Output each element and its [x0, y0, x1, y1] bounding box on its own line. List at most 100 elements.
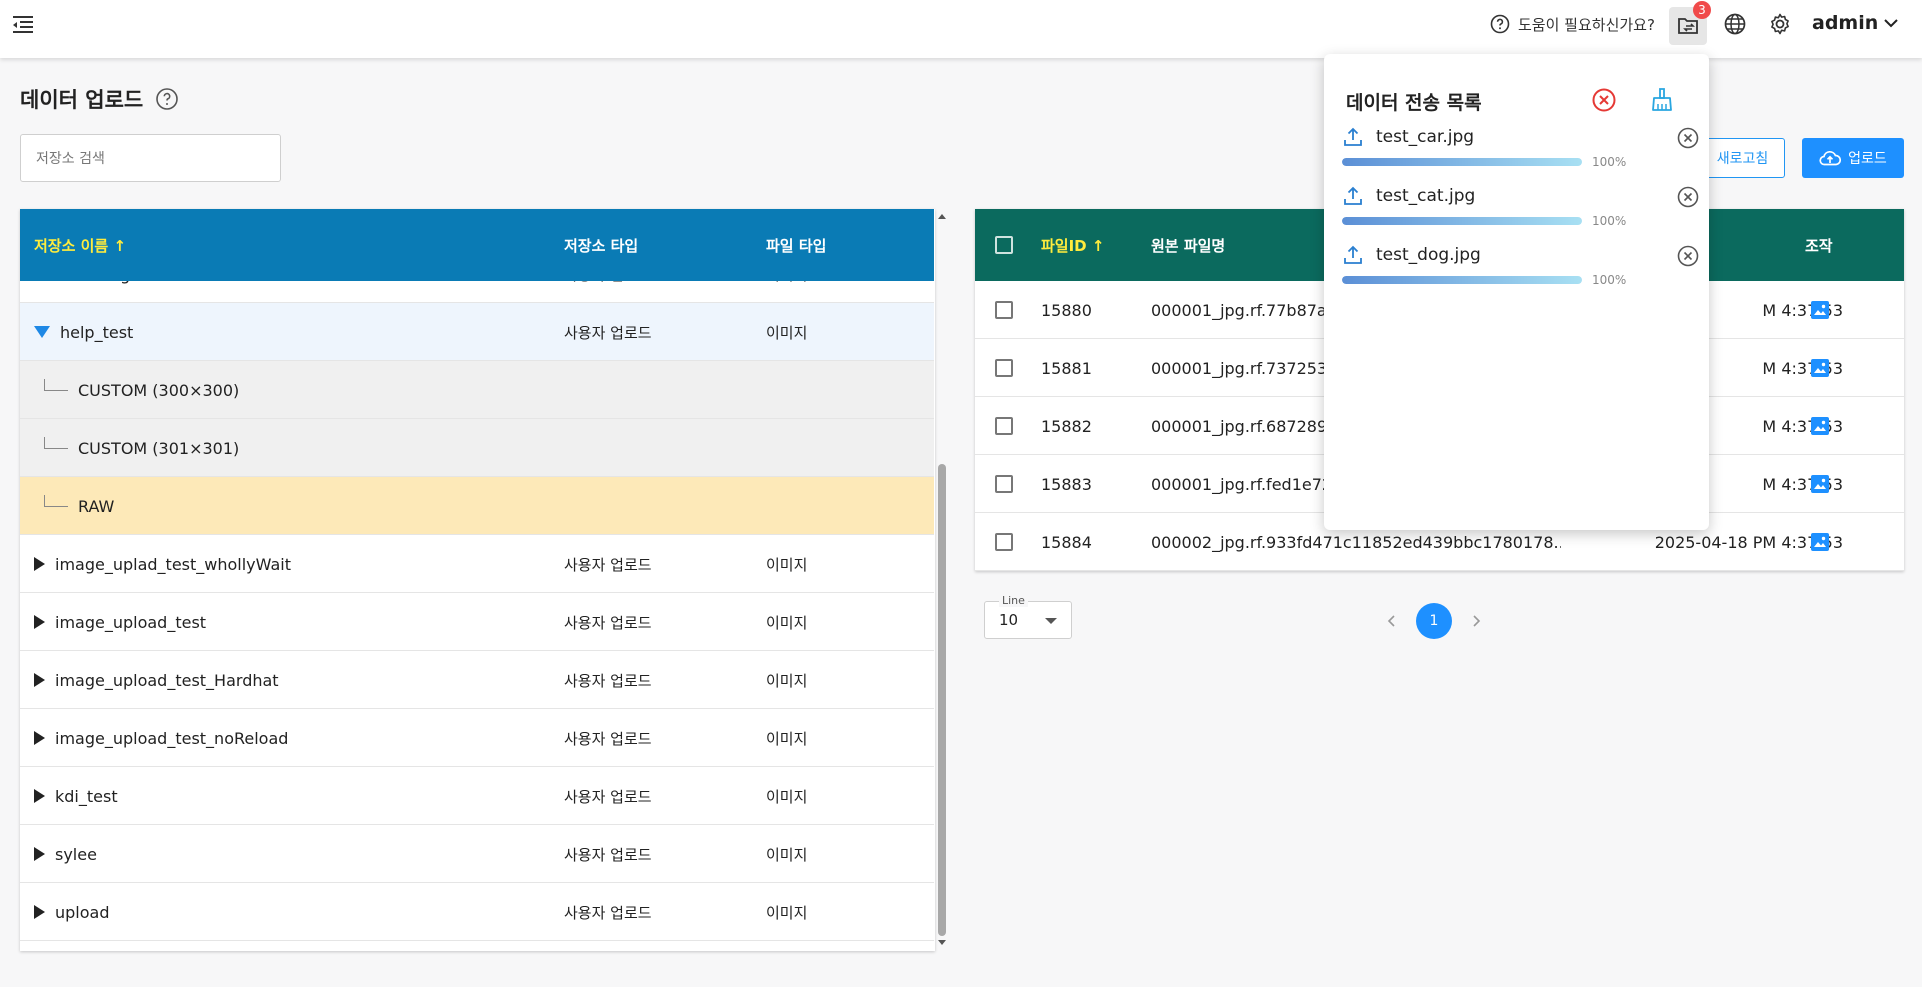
- transfer-progress-text: 100%: [1592, 214, 1627, 228]
- help-link[interactable]: 도움이 필요하신가요?: [1490, 12, 1655, 36]
- vertical-scrollbar[interactable]: [935, 209, 949, 951]
- next-page-icon[interactable]: [1470, 614, 1482, 628]
- file-type: 이미지: [766, 729, 808, 748]
- previous-page-icon[interactable]: [1386, 614, 1398, 628]
- table-row[interactable]: image_upload_test 사용자 업로드 이미지: [20, 593, 934, 651]
- image-preview-icon[interactable]: [1809, 357, 1831, 379]
- scroll-up-arrow-icon[interactable]: [938, 214, 946, 219]
- table-row[interactable]: image_upload_test_noReload 사용자 업로드 이미지: [20, 709, 934, 767]
- upload-arrow-icon: [1344, 245, 1362, 264]
- dataset-name: RAW: [78, 496, 115, 516]
- file-type: 이미지: [766, 613, 808, 632]
- column-header-repo-type[interactable]: 저장소 타입: [564, 209, 638, 281]
- image-preview-icon[interactable]: [1809, 299, 1831, 321]
- repo-name: help_test: [60, 322, 134, 342]
- repo-name: sylee: [55, 844, 97, 864]
- repo-name: image_upload_test_Hardhat: [55, 670, 279, 690]
- column-header-repo-name[interactable]: 저장소 이름 ↑: [34, 209, 126, 281]
- table-row-child[interactable]: CUSTOM (300×300): [20, 361, 934, 419]
- table-row[interactable]: kdi_test 사용자 업로드 이미지: [20, 767, 934, 825]
- table-row[interactable]: image_uplad_test_whollyWait 사용자 업로드 이미지: [20, 535, 934, 593]
- file-id: 15884: [1041, 532, 1092, 552]
- table-row[interactable]: catsNdogs 사용자 업로드 이미지: [20, 281, 934, 303]
- image-preview-icon[interactable]: [1809, 473, 1831, 495]
- remove-transfer-icon[interactable]: [1676, 126, 1700, 150]
- select-all-checkbox[interactable]: [995, 236, 1013, 254]
- expand-triangle-icon[interactable]: [34, 905, 45, 919]
- repository-table: 저장소 이름 ↑ 저장소 타입 파일 타입 catsNdogs 사용자 업로드 …: [20, 209, 935, 951]
- clear-list-broom-icon[interactable]: [1648, 86, 1676, 114]
- file-id: 15883: [1041, 474, 1092, 494]
- repo-type: 사용자 업로드: [564, 903, 652, 922]
- scroll-down-arrow-icon[interactable]: [938, 940, 946, 945]
- repository-search-input[interactable]: 저장소 검색: [20, 134, 281, 182]
- collapse-triangle-icon[interactable]: [34, 326, 50, 338]
- pagination: 1: [1386, 603, 1482, 639]
- file-type: 이미지: [766, 555, 808, 574]
- refresh-button[interactable]: 새로고침: [1700, 138, 1785, 178]
- table-row-child-selected[interactable]: RAW: [20, 477, 934, 535]
- image-preview-icon[interactable]: [1809, 415, 1831, 437]
- language-globe-icon[interactable]: [1721, 10, 1749, 38]
- repo-name: kdi_test: [55, 786, 118, 806]
- file-type: 이미지: [766, 845, 808, 864]
- upload-arrow-icon: [1344, 127, 1362, 146]
- expand-triangle-icon[interactable]: [34, 789, 45, 803]
- expand-triangle-icon[interactable]: [34, 847, 45, 861]
- transfer-item: test_dog.jpg 100%: [1342, 244, 1699, 304]
- expand-triangle-icon[interactable]: [34, 557, 45, 571]
- repo-type: 사용자 업로드: [564, 323, 652, 342]
- column-header-file-type[interactable]: 파일 타입: [766, 209, 826, 281]
- file-type: 이미지: [766, 903, 808, 922]
- rows-per-page-label: Line: [999, 594, 1028, 607]
- user-menu[interactable]: admin: [1812, 11, 1898, 35]
- cancel-all-icon[interactable]: [1590, 86, 1618, 114]
- file-type: 이미지: [766, 281, 807, 303]
- table-row-child[interactable]: CUSTOM (301×301): [20, 419, 934, 477]
- popup-title: 데이터 전송 목록: [1346, 92, 1482, 114]
- tree-branch-line: [44, 379, 68, 391]
- table-row[interactable]: sylee 사용자 업로드 이미지: [20, 825, 934, 883]
- table-row[interactable]: upload 사용자 업로드 이미지: [20, 883, 934, 941]
- repo-name: catsNdogs: [55, 281, 139, 284]
- rows-per-page-value: 10: [999, 611, 1019, 629]
- repo-type: 사용자 업로드: [564, 845, 652, 864]
- expand-triangle-icon[interactable]: [34, 615, 45, 629]
- column-header-original-filename[interactable]: 원본 파일명: [1151, 209, 1225, 281]
- image-preview-icon[interactable]: [1809, 531, 1831, 553]
- remove-transfer-icon[interactable]: [1676, 244, 1700, 268]
- file-id: 15880: [1041, 300, 1092, 320]
- transfer-progress-text: 100%: [1592, 155, 1627, 169]
- row-checkbox[interactable]: [995, 359, 1013, 377]
- row-checkbox[interactable]: [995, 301, 1013, 319]
- repository-table-header: 저장소 이름 ↑ 저장소 타입 파일 타입: [20, 209, 934, 281]
- row-checkbox[interactable]: [995, 417, 1013, 435]
- table-row[interactable]: help_test 사용자 업로드 이미지: [20, 303, 934, 361]
- file-name: 000001_jpg.rf.77b87a: [1151, 300, 1327, 320]
- scrollbar-thumb[interactable]: [938, 464, 946, 936]
- settings-gear-icon[interactable]: [1766, 10, 1794, 38]
- chevron-down-icon: [1884, 19, 1898, 28]
- column-header-file-id[interactable]: 파일ID ↑: [1041, 209, 1104, 281]
- row-checkbox[interactable]: [995, 475, 1013, 493]
- data-transfer-button[interactable]: 3: [1669, 1, 1711, 45]
- transfer-progress-bar: [1342, 217, 1582, 225]
- upload-button[interactable]: 업로드: [1802, 138, 1904, 178]
- table-row[interactable]: image_upload_test_Hardhat 사용자 업로드 이미지: [20, 651, 934, 709]
- rows-per-page-select[interactable]: Line 10: [984, 594, 1072, 639]
- upload-button-label: 업로드: [1848, 151, 1887, 167]
- dataset-name: CUSTOM (300×300): [78, 380, 240, 400]
- row-checkbox[interactable]: [995, 533, 1013, 551]
- expand-triangle-icon[interactable]: [34, 673, 45, 687]
- file-id: 15882: [1041, 416, 1092, 436]
- remove-transfer-icon[interactable]: [1676, 185, 1700, 209]
- menu-collapse-icon[interactable]: [8, 10, 38, 40]
- repo-type: 사용자 업로드: [564, 729, 652, 748]
- repo-type: 사용자 업로드: [564, 281, 652, 303]
- page-title-text: 데이터 업로드: [20, 88, 144, 112]
- help-text: 도움이 필요하신가요?: [1518, 15, 1655, 34]
- repo-type: 사용자 업로드: [564, 613, 652, 632]
- expand-triangle-icon[interactable]: [34, 731, 45, 745]
- help-icon[interactable]: [155, 87, 179, 111]
- page-number-current[interactable]: 1: [1416, 603, 1452, 639]
